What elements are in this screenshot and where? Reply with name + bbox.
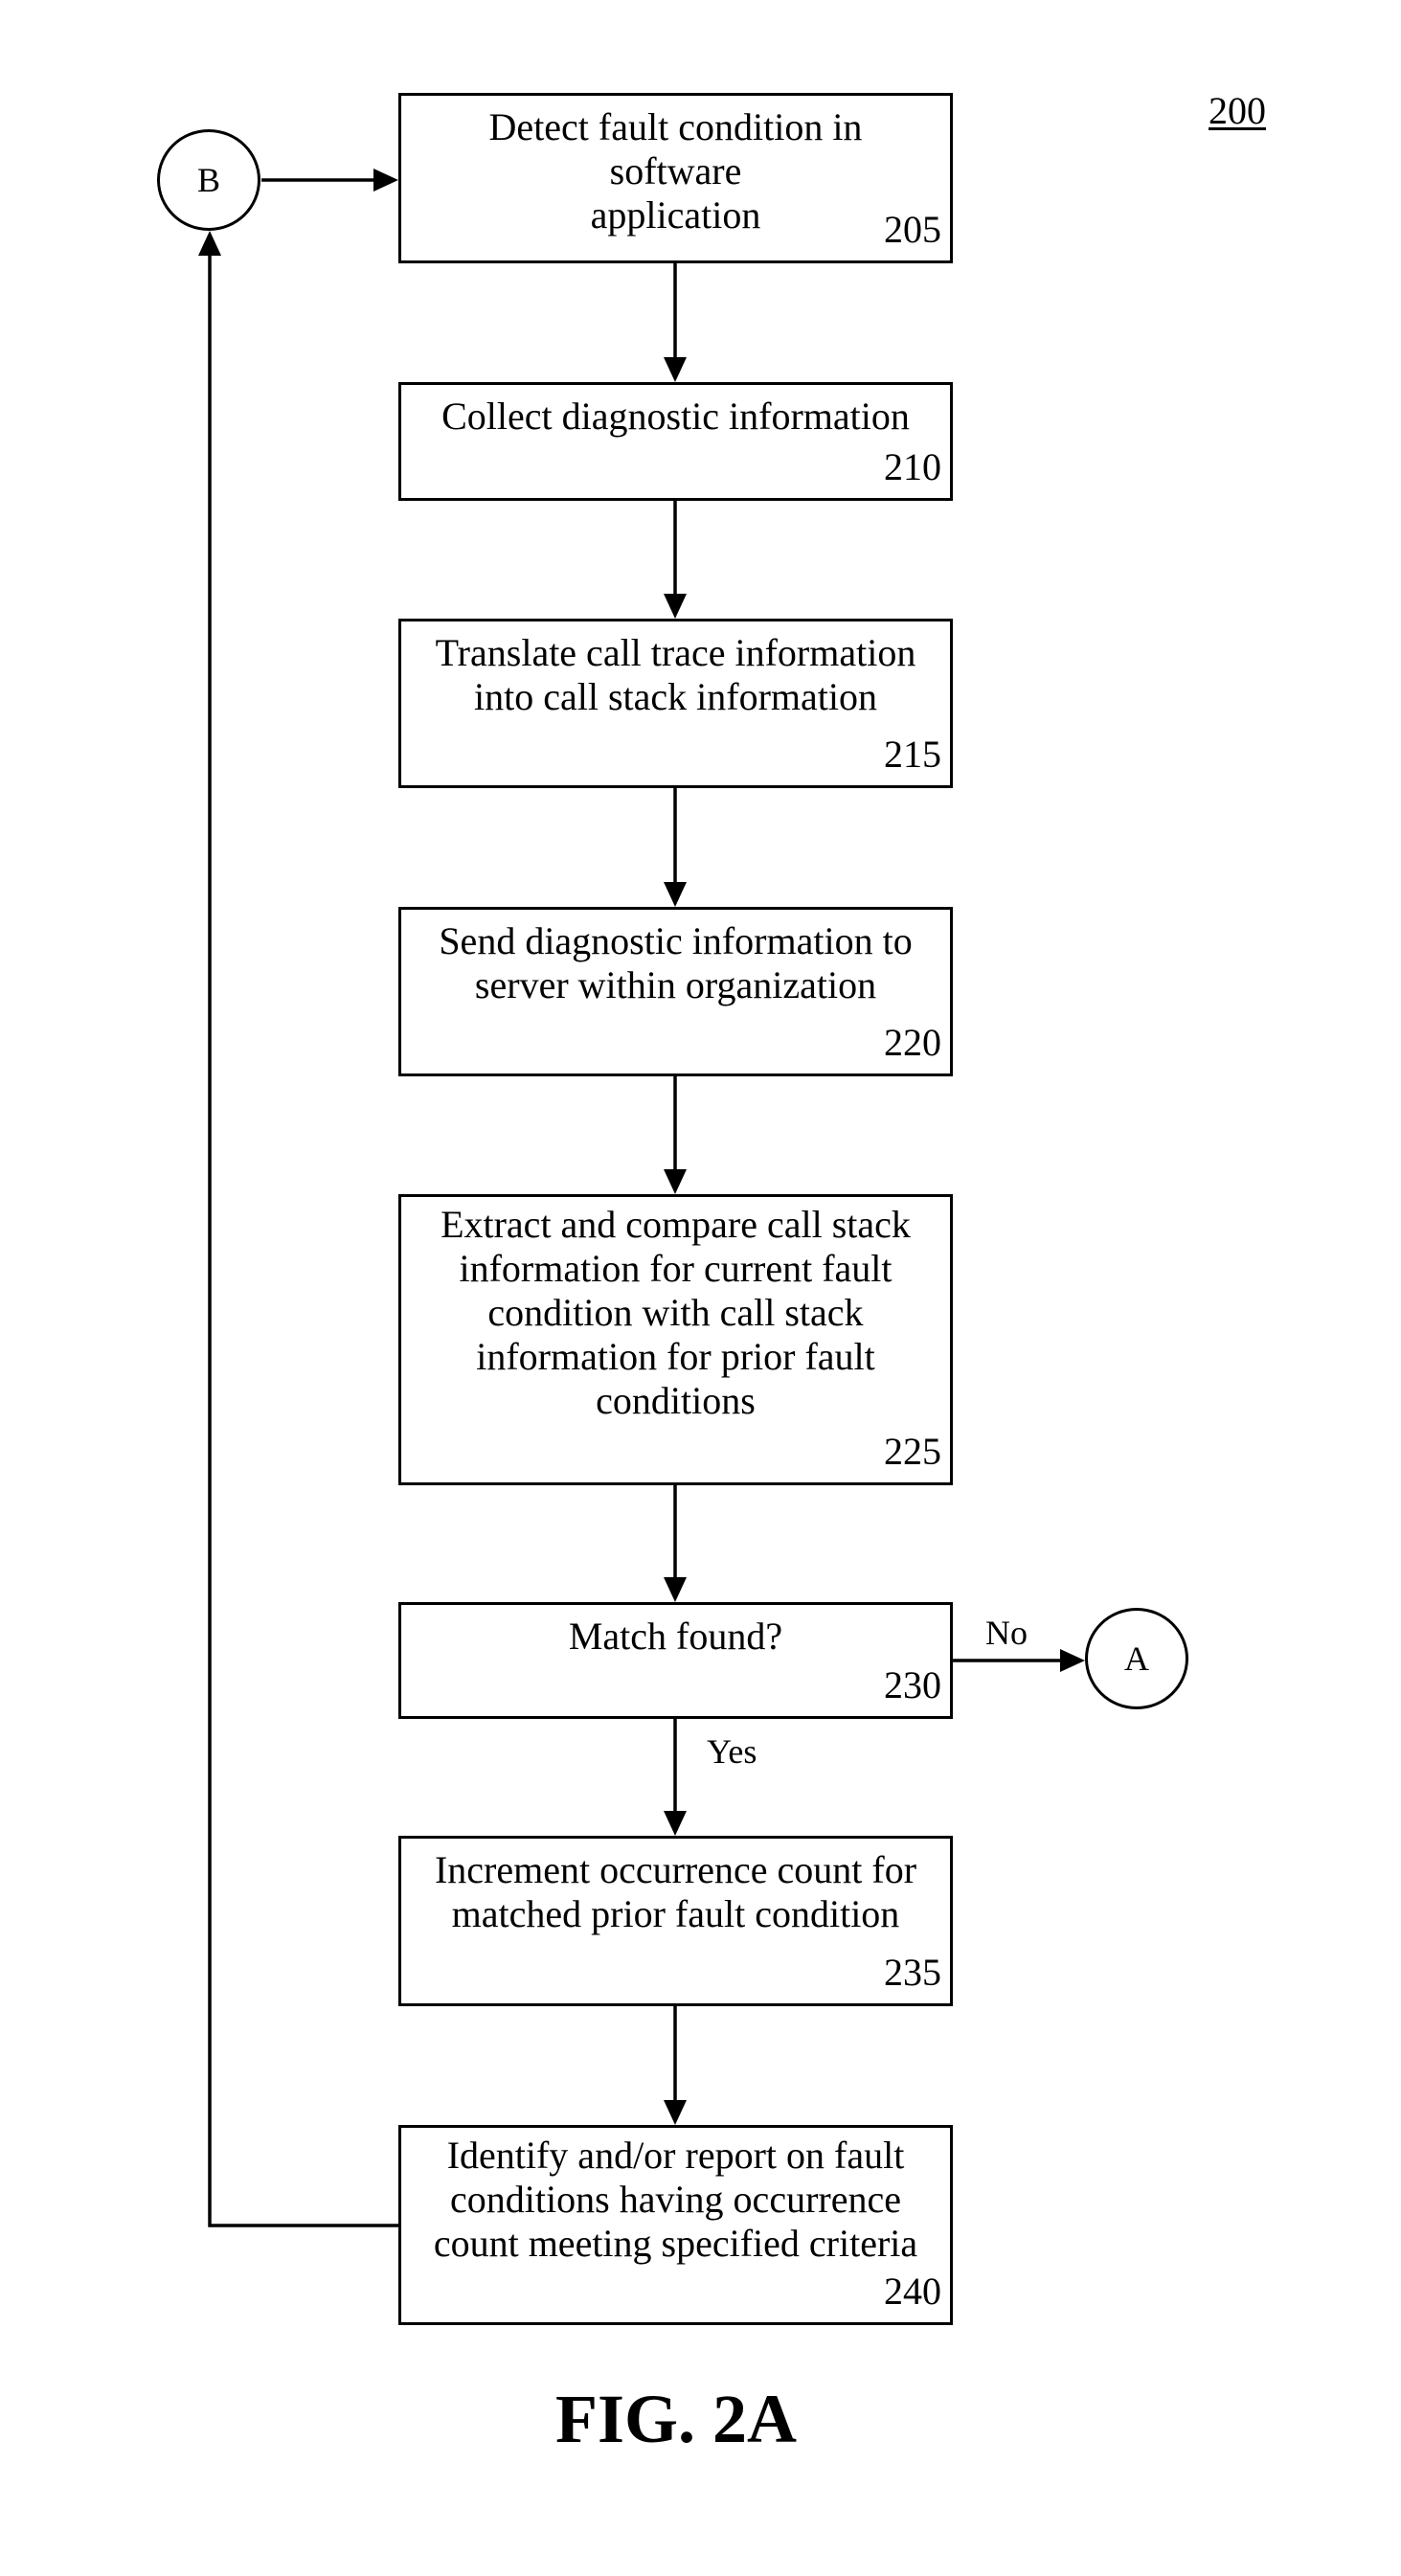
step-215-translate-call-trace: Translate call trace information into ca… <box>398 619 953 788</box>
step-225-text: Extract and compare call stack informati… <box>441 1203 911 1422</box>
arrow-240-to-b-head <box>198 231 221 256</box>
step-220-text: Send diagnostic information to server wi… <box>439 919 913 1006</box>
step-210-number: 210 <box>884 445 941 488</box>
step-205-text: Detect fault condition in software appli… <box>488 105 863 237</box>
step-215-text: Translate call trace information into ca… <box>435 631 916 718</box>
step-230-match-decision: Match found? 230 <box>398 1602 953 1719</box>
step-225-number: 225 <box>884 1430 941 1473</box>
step-235-number: 235 <box>884 1951 941 1994</box>
connector-a-circle: A <box>1085 1608 1188 1709</box>
flowchart-canvas: 200 B Detect fault condition in software… <box>0 0 1401 2576</box>
figure-caption: FIG. 2A <box>555 2381 797 2457</box>
step-240-number: 240 <box>884 2270 941 2313</box>
step-205-number: 205 <box>884 208 941 251</box>
step-220-number: 220 <box>884 1021 941 1064</box>
connector-b-circle: B <box>157 129 260 231</box>
step-235-increment-count: Increment occurrence count for matched p… <box>398 1836 953 2006</box>
step-240-text: Identify and/or report on fault conditio… <box>433 2134 918 2265</box>
arrow-215-to-220-head <box>664 882 687 907</box>
edge-label-yes: Yes <box>707 1732 757 1771</box>
step-230-text: Match found? <box>568 1615 783 1658</box>
edge-label-no: No <box>985 1614 1028 1652</box>
connector-a-label: A <box>1124 1639 1149 1678</box>
step-225-extract-compare: Extract and compare call stack informati… <box>398 1194 953 1485</box>
arrow-210-to-215-head <box>664 594 687 619</box>
arrow-220-to-225-head <box>664 1169 687 1194</box>
arrow-205-to-210-head <box>664 357 687 382</box>
arrow-240-to-b-line <box>208 244 398 2227</box>
arrow-230-to-a-head <box>1060 1649 1085 1672</box>
step-240-identify-report: Identify and/or report on fault conditio… <box>398 2125 953 2325</box>
step-235-text: Increment occurrence count for matched p… <box>434 1848 917 1935</box>
step-220-send-diagnostics: Send diagnostic information to server wi… <box>398 907 953 1076</box>
arrow-b-to-205-head <box>373 169 398 192</box>
arrow-235-to-240-head <box>664 2100 687 2125</box>
connector-b-label: B <box>196 161 220 199</box>
step-230-number: 230 <box>884 1663 941 1706</box>
step-205-detect-fault: Detect fault condition in software appli… <box>398 93 953 263</box>
figure-reference-number: 200 <box>1209 89 1266 132</box>
step-210-text: Collect diagnostic information <box>441 395 910 438</box>
step-210-collect-diagnostics: Collect diagnostic information 210 <box>398 382 953 501</box>
step-215-number: 215 <box>884 733 941 776</box>
arrow-225-to-230-head <box>664 1577 687 1602</box>
arrow-230-to-235-head <box>664 1811 687 1836</box>
